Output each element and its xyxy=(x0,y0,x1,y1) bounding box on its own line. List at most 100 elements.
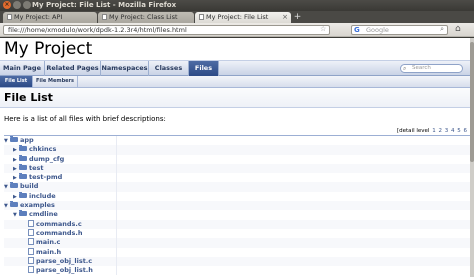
close-window-button[interactable]: × xyxy=(3,1,11,9)
browser-tab-file-list[interactable]: My Project: File List × xyxy=(195,12,291,23)
file-link[interactable]: main.h xyxy=(36,248,61,256)
scrollbar-thumb[interactable] xyxy=(470,42,474,162)
folder-link[interactable]: cmdline xyxy=(29,210,58,218)
tab-file-members[interactable]: File Members xyxy=(33,76,78,87)
description-cell xyxy=(116,182,470,192)
tab-namespaces[interactable]: Namespaces xyxy=(101,61,149,76)
description-cell xyxy=(116,238,470,248)
detail-level-1-link[interactable]: 1 xyxy=(432,128,436,134)
detail-level-label: [detail level xyxy=(397,128,430,134)
description-cell xyxy=(116,145,470,155)
detail-level-6-link[interactable]: 6 xyxy=(463,128,467,134)
description-cell xyxy=(116,191,470,202)
file-row[interactable]: main.h xyxy=(4,247,470,257)
folder-icon xyxy=(19,210,27,217)
folder-row[interactable]: ▶ dump_cfg xyxy=(4,154,470,164)
folder-icon xyxy=(19,145,27,152)
window-title: My Project: File List - Mozilla Firefox xyxy=(32,1,177,9)
folder-row[interactable]: ▼ examples xyxy=(4,201,470,211)
tab-files[interactable]: Files xyxy=(189,61,219,76)
file-link[interactable]: main.c xyxy=(36,238,60,246)
description-cell xyxy=(116,210,470,220)
folder-row[interactable]: ▶ chkincs xyxy=(4,145,470,155)
description-cell xyxy=(116,219,470,229)
browser-tab-api[interactable]: My Project: API xyxy=(3,12,97,23)
file-link[interactable]: commands.h xyxy=(36,229,83,237)
folder-link[interactable]: test-pmd xyxy=(29,173,62,181)
tab-label: My Project: Class List xyxy=(109,13,178,21)
search-icon: ⌕ xyxy=(403,65,407,72)
description-cell xyxy=(116,201,470,211)
file-row[interactable]: main.c xyxy=(4,238,470,248)
tab-main-page[interactable]: Main Page xyxy=(0,61,45,76)
file-link[interactable]: parse_obj_list.c xyxy=(36,257,92,265)
folder-link[interactable]: include xyxy=(29,192,56,200)
file-row[interactable]: commands.c xyxy=(4,219,470,229)
url-bar[interactable]: file:///home/xmodulo/work/dpdk-1.2.3r4/h… xyxy=(3,25,330,35)
folder-row[interactable]: ▶ include xyxy=(4,191,470,202)
folder-icon xyxy=(19,173,27,180)
description-cell xyxy=(116,163,470,174)
window-controls: × xyxy=(3,1,31,9)
folder-link[interactable]: examples xyxy=(20,201,55,209)
folder-link[interactable]: dump_cfg xyxy=(29,155,64,163)
bookmark-star-icon[interactable]: ☆ xyxy=(320,25,326,33)
search-placeholder: Google xyxy=(366,26,389,34)
folder-icon xyxy=(19,163,27,170)
folder-icon xyxy=(10,182,18,189)
folder-row[interactable]: ▼ app xyxy=(4,136,470,146)
folder-row[interactable]: ▼ cmdline xyxy=(4,210,470,220)
doc-search-placeholder: Search xyxy=(412,65,431,71)
file-icon xyxy=(28,266,34,274)
navigation-bar: file:///home/xmodulo/work/dpdk-1.2.3r4/h… xyxy=(0,23,474,37)
file-row[interactable]: commands.h xyxy=(4,228,470,239)
maximize-window-button[interactable] xyxy=(23,1,31,9)
browser-tab-bar: My Project: API My Project: Class List M… xyxy=(0,11,474,23)
project-title: My Project xyxy=(4,39,93,59)
page-content: My Project Main Page Related Pages Names… xyxy=(0,38,470,277)
main-navigation-tabs: Main Page Related Pages Namespaces Class… xyxy=(0,60,470,76)
file-link[interactable]: commands.c xyxy=(36,220,82,228)
files-sub-tabs: File List File Members xyxy=(0,76,470,88)
folder-row[interactable]: ▶ test xyxy=(4,163,470,174)
page-icon xyxy=(7,14,12,20)
page-scrollbar[interactable] xyxy=(470,38,474,277)
description-cell xyxy=(116,228,470,239)
file-icon xyxy=(28,219,34,227)
description-cell xyxy=(116,266,470,276)
detail-level-3-link[interactable]: 3 xyxy=(445,128,449,134)
tab-label: My Project: File List xyxy=(206,13,269,21)
tab-classes[interactable]: Classes xyxy=(149,61,189,76)
browser-tab-class-list[interactable]: My Project: Class List xyxy=(98,12,194,23)
tab-related-pages[interactable]: Related Pages xyxy=(45,61,101,76)
page-description: Here is a list of all files with brief d… xyxy=(4,115,166,123)
file-link[interactable]: parse_obj_list.h xyxy=(36,266,93,274)
close-tab-icon[interactable]: × xyxy=(282,12,288,23)
search-icon[interactable]: ⌕ xyxy=(440,25,444,33)
new-tab-button[interactable]: + xyxy=(293,12,302,22)
web-search-input[interactable]: G Google ⌕ xyxy=(351,25,448,35)
folder-link[interactable]: test xyxy=(29,164,44,172)
window-titlebar: × My Project: File List - Mozilla Firefo… xyxy=(0,0,474,11)
file-row[interactable]: parse_obj_list.c xyxy=(4,256,470,267)
folder-link[interactable]: chkincs xyxy=(29,145,56,153)
google-icon: G xyxy=(354,26,360,34)
folder-row[interactable]: ▼ build xyxy=(4,182,470,192)
page-icon xyxy=(102,14,107,20)
detail-level-5-link[interactable]: 5 xyxy=(457,128,461,134)
folder-row[interactable]: ▶ test-pmd xyxy=(4,173,470,183)
description-cell xyxy=(116,256,470,267)
folder-icon xyxy=(19,154,27,161)
doc-search-input[interactable]: ⌕ Search xyxy=(400,64,463,73)
file-row[interactable]: parse_obj_list.h xyxy=(4,266,470,276)
detail-level-4-link[interactable]: 4 xyxy=(451,128,455,134)
tab-label: My Project: API xyxy=(14,13,63,21)
minimize-window-button[interactable] xyxy=(13,1,21,9)
home-icon[interactable]: ⌂ xyxy=(455,24,461,34)
tab-file-list[interactable]: File List xyxy=(0,76,33,87)
folder-link[interactable]: build xyxy=(20,182,38,190)
folder-link[interactable]: app xyxy=(20,136,34,144)
detail-level-selector: [detail level 1 2 3 4 5 6 7] xyxy=(397,128,470,134)
description-cell xyxy=(116,173,470,183)
detail-level-2-link[interactable]: 2 xyxy=(438,128,442,134)
